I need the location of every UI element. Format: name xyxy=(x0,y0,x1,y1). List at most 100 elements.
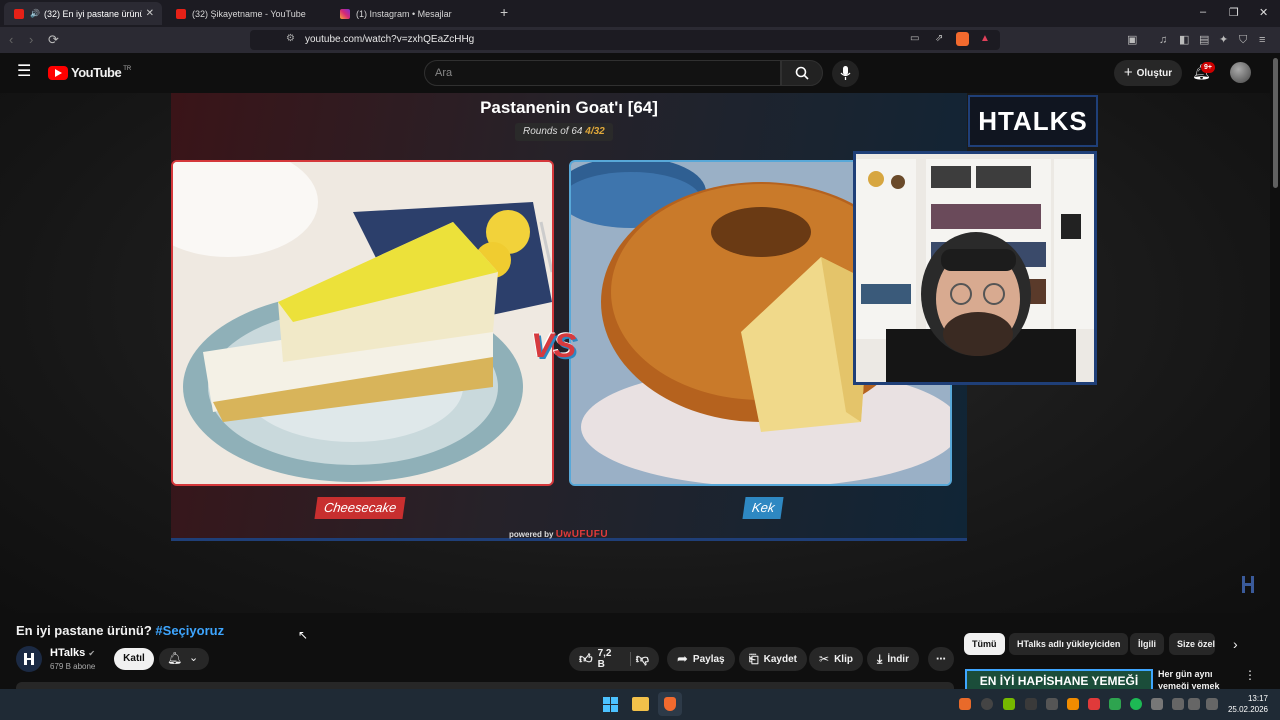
menu-icon[interactable]: ≡ xyxy=(1259,32,1265,48)
reader-mode-icon[interactable]: ▣ xyxy=(1127,32,1137,48)
youtube-favicon-icon xyxy=(176,8,186,19)
like-button[interactable]: 👍︎ 7,2 B xyxy=(579,648,619,670)
tray-battery-icon[interactable] xyxy=(1206,698,1218,710)
clock-date: 25.02.2026 xyxy=(1227,705,1268,714)
create-button[interactable]: + Oluştur xyxy=(1114,60,1182,86)
voice-search-button[interactable] xyxy=(832,60,859,87)
tab-youtube-video[interactable]: 🔊 (32) En iyi pastane ürünü? #Seç ✕ xyxy=(4,2,162,25)
clip-button[interactable]: ✂ Klip xyxy=(809,647,863,671)
tray-microphone-icon[interactable] xyxy=(1151,698,1163,710)
dislike-button[interactable]: 👎︎ xyxy=(636,651,649,667)
rounds-text: Rounds of 64 xyxy=(523,126,583,137)
brave-shields-icon[interactable] xyxy=(956,32,969,46)
chip-all[interactable]: Tümü xyxy=(964,633,1005,655)
video-hashtag-link[interactable]: #Seçiyoruz xyxy=(155,623,224,638)
youtube-logo[interactable]: YouTube TR xyxy=(48,65,131,80)
video-player[interactable]: Pastanenin Goat'ı [64] Rounds of 64 4/32 xyxy=(0,93,1270,613)
tray-app-icon[interactable] xyxy=(959,698,971,710)
tray-app-icon[interactable] xyxy=(1067,698,1079,710)
system-clock[interactable]: 13:17 25.02.2026 xyxy=(1228,693,1268,715)
save-button[interactable]: ⎗ Kaydet xyxy=(739,647,807,671)
share-label: Paylaş xyxy=(692,653,725,665)
minimize-button[interactable]: – xyxy=(1200,6,1206,18)
search-icon xyxy=(795,66,809,80)
tournament-stage: Pastanenin Goat'ı [64] Rounds of 64 4/32 xyxy=(171,93,967,541)
sidebar-icon[interactable]: ◧ xyxy=(1179,32,1189,48)
tray-steam-icon[interactable] xyxy=(1046,698,1058,710)
brave-rewards-icon[interactable]: ▲ xyxy=(980,33,990,44)
search-placeholder: Ara xyxy=(435,67,453,79)
tray-spotify-icon[interactable] xyxy=(1130,698,1142,710)
channel-avatar[interactable] xyxy=(16,646,42,672)
tab-instagram[interactable]: (1) Instagram • Mesajlar xyxy=(330,2,492,25)
close-window-button[interactable]: ✕ xyxy=(1259,6,1268,19)
chip-from-uploader[interactable]: HTalks adlı yükleyiciden xyxy=(1009,633,1129,655)
share-button[interactable]: ➦ Paylaş xyxy=(667,647,735,671)
forward-icon[interactable]: › xyxy=(29,32,33,48)
tray-app-icon[interactable] xyxy=(1025,698,1037,710)
reload-icon[interactable]: ⟳ xyxy=(48,32,59,48)
wallet-icon[interactable]: ▤ xyxy=(1199,32,1209,48)
speaker-icon: 🔊 xyxy=(30,9,40,18)
subscribe-notifications-button[interactable]: 🔔︎ ⌄ xyxy=(159,648,209,670)
tab-label: (32) Şikayetname - YouTube xyxy=(192,8,306,19)
video-title-text: En iyi pastane ürünü? xyxy=(16,623,152,638)
download-button[interactable]: ⤓ İndir xyxy=(867,647,919,671)
recommendation-title[interactable]: Her gün aynı yemeği yemek xyxy=(1158,668,1228,689)
vpn-icon[interactable]: ⛉ xyxy=(1239,32,1247,48)
tray-nvidia-icon[interactable] xyxy=(1003,698,1015,710)
youtube-favicon-icon xyxy=(14,8,24,19)
tray-github-icon[interactable] xyxy=(981,698,993,710)
streamer-facecam xyxy=(853,151,1097,385)
more-actions-button[interactable]: ⋯ xyxy=(928,647,954,671)
chevron-right-icon[interactable]: › xyxy=(1233,636,1238,652)
recommendation-menu-icon[interactable]: ⋮ xyxy=(1244,668,1256,682)
music-icon[interactable]: ♫ xyxy=(1159,32,1167,48)
bookmark-save-icon: ⎗ xyxy=(749,651,759,666)
tray-app-icon[interactable] xyxy=(1109,698,1121,710)
back-icon[interactable]: ‹ xyxy=(9,32,13,48)
join-button[interactable]: Katıl xyxy=(114,648,154,670)
search-button[interactable] xyxy=(781,60,823,86)
save-label: Kaydet xyxy=(763,653,797,665)
browser-tab-bar: 🔊 (32) En iyi pastane ürünü? #Seç ✕ (32)… xyxy=(0,0,1280,27)
share-page-icon[interactable]: ⇗ xyxy=(935,33,943,44)
tab-sikayetname[interactable]: (32) Şikayetname - YouTube xyxy=(166,2,326,25)
search-input[interactable]: Ara xyxy=(424,60,781,86)
close-tab-icon[interactable]: ✕ xyxy=(146,8,154,19)
channel-watermark-icon[interactable] xyxy=(1240,573,1258,595)
channel-name[interactable]: HTalks ✔ xyxy=(50,647,95,659)
chip-related[interactable]: İlgili xyxy=(1130,633,1164,655)
cast-icon[interactable]: ▭ xyxy=(910,33,919,44)
option-left-label: Cheesecake xyxy=(314,497,406,519)
brave-taskbar-button[interactable] xyxy=(658,692,682,716)
divider xyxy=(629,652,631,666)
restore-button[interactable]: ❐ xyxy=(1229,6,1239,19)
scrollbar-thumb[interactable] xyxy=(1273,58,1278,188)
tray-network-icon[interactable] xyxy=(1172,698,1184,710)
powered-by: powered by UwUFUFU xyxy=(509,529,608,540)
tray-volume-icon[interactable] xyxy=(1188,698,1200,710)
tray-app-icon[interactable] xyxy=(1088,698,1100,710)
tab-label: (32) En iyi pastane ürünü? #Seç xyxy=(43,8,142,19)
option-left-image[interactable] xyxy=(171,160,554,486)
hamburger-menu-icon[interactable]: ☰ xyxy=(17,64,31,80)
chip-for-you[interactable]: Size özel xyxy=(1169,633,1215,655)
windows-start-icon[interactable] xyxy=(603,697,618,712)
microphone-icon xyxy=(840,66,851,80)
verified-icon: ✔ xyxy=(88,649,96,658)
notification-badge: 9+ xyxy=(1201,62,1215,73)
leo-ai-icon[interactable]: ✦ xyxy=(1219,32,1228,48)
versus-emblem: VS xyxy=(531,327,577,365)
new-tab-button[interactable]: + xyxy=(500,4,508,20)
clip-label: Klip xyxy=(834,653,853,665)
site-info-icon[interactable]: ⚙ xyxy=(286,33,295,44)
address-bar[interactable]: ⚙ youtube.com/watch?v=zxhQEaZcHHg ▭ ⇗ ▲ xyxy=(250,30,1000,50)
recommendation-thumbnail[interactable]: EN İYİ HAPİSHANE YEMEĞİ xyxy=(965,669,1153,689)
file-explorer-icon[interactable] xyxy=(632,697,649,711)
logo-text: YouTube xyxy=(71,65,122,80)
description-box[interactable] xyxy=(16,682,954,689)
windows-taskbar: 13:17 25.02.2026 xyxy=(0,689,1280,720)
url-text: youtube.com/watch?v=zxhQEaZcHHg xyxy=(305,34,475,45)
account-avatar[interactable] xyxy=(1230,62,1251,83)
